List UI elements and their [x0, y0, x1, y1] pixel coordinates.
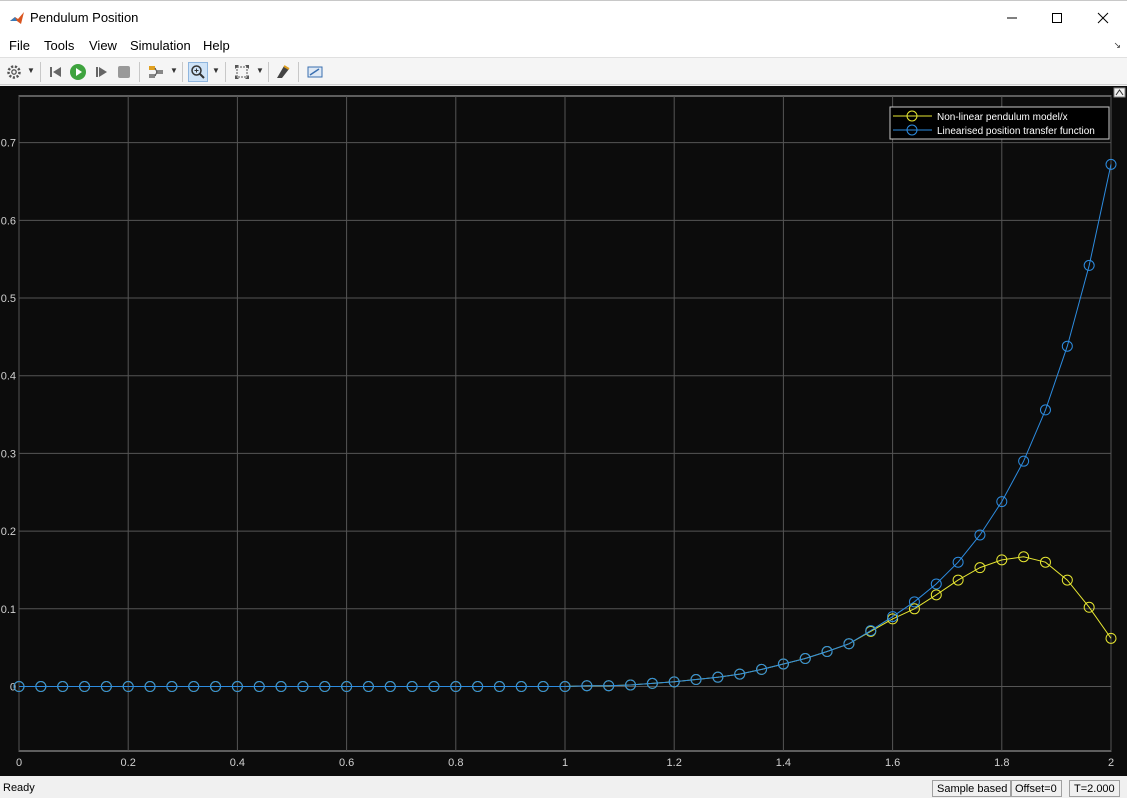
autoscale-dropdown-icon[interactable]: ▼: [256, 66, 264, 75]
y-tick-label: 0.3: [1, 448, 16, 460]
step-forward-icon: [96, 67, 107, 77]
step-forward-button[interactable]: [91, 62, 111, 82]
run-button[interactable]: [68, 62, 88, 82]
title-bar: Pendulum Position: [0, 0, 1127, 34]
legend-entry: Non-linear pendulum model/x: [937, 112, 1068, 123]
time-indicator: T=2.000: [1069, 780, 1120, 797]
zoom-in-button[interactable]: [188, 62, 208, 82]
x-tick-label: 0: [16, 757, 22, 769]
y-tick-label: 0.7: [1, 138, 16, 150]
run-icon: [70, 64, 86, 80]
legend[interactable]: Non-linear pendulum model/x Linearised po…: [889, 106, 1110, 140]
menu-file[interactable]: File: [9, 38, 30, 53]
toolbar-separator: [268, 62, 269, 82]
collapse-toolstrip-icon[interactable]: ↘: [1113, 40, 1121, 51]
toolbar-separator: [298, 62, 299, 82]
toolbar-separator: [139, 62, 140, 82]
autoscale-icon: [235, 65, 249, 79]
status-text: Ready: [3, 782, 35, 794]
x-tick-label: 0.4: [230, 757, 245, 769]
x-tick-label: 0.2: [121, 757, 136, 769]
zoom-in-icon: [191, 65, 205, 79]
y-tick-label: 0.4: [1, 371, 16, 383]
signal-selector-dropdown-icon[interactable]: ▼: [170, 66, 178, 75]
y-tick-label: 0.5: [1, 293, 16, 305]
x-tick-label: 0.6: [339, 757, 354, 769]
settings-icon: [7, 65, 21, 79]
y-tick-label: 0.1: [1, 604, 16, 616]
toolbar-separator: [182, 62, 183, 82]
y-tick-label: 0.6: [1, 215, 16, 227]
menu-view[interactable]: View: [89, 38, 117, 53]
minimize-button[interactable]: [989, 1, 1035, 34]
toolbar-separator: [40, 62, 41, 82]
scope-display: 0 0.2 0.4 0.6 0.8 1 1.2 1.4 1.6 1.8 2 0 0.1 0.2 0.3 0.4…: [0, 86, 1127, 776]
maximize-button[interactable]: [1034, 1, 1080, 34]
status-bar: Ready Sample based Offset=0 T=2.000: [0, 779, 1127, 798]
maximize-icon: [1052, 12, 1062, 23]
x-tick-label: 1.6: [885, 757, 900, 769]
y-tick-label: 0.2: [1, 526, 16, 538]
close-icon: [1097, 12, 1109, 23]
window-title: Pendulum Position: [30, 10, 139, 25]
x-tick-label: 0.8: [448, 757, 463, 769]
signal-selector-button[interactable]: [146, 62, 166, 82]
settings-button[interactable]: [4, 62, 24, 82]
highlight-block-button[interactable]: [273, 62, 293, 82]
x-tick-label: 1.4: [776, 757, 791, 769]
properties-button[interactable]: [305, 62, 325, 82]
legend-entry: Linearised position transfer function: [937, 126, 1095, 137]
stop-icon: [118, 66, 130, 78]
x-tick-label: 1: [562, 757, 568, 769]
minimize-icon: [1007, 17, 1017, 18]
x-tick-label: 1.8: [994, 757, 1009, 769]
autoscale-button[interactable]: [232, 62, 252, 82]
menu-bar: File Tools View Simulation Help ↘: [0, 34, 1127, 58]
offset-indicator: Offset=0: [1010, 780, 1062, 797]
matlab-logo-icon: [9, 10, 25, 26]
menu-simulation[interactable]: Simulation: [130, 38, 191, 53]
x-tick-label: 2: [1108, 757, 1114, 769]
toolbar: ▼ ▼ ▼ ▼: [0, 58, 1127, 85]
line-chart[interactable]: 0 0.2 0.4 0.6 0.8 1 1.2 1.4 1.6 1.8 200.10.20.30.4…: [0, 86, 1127, 776]
sample-mode-indicator: Sample based: [932, 780, 1013, 797]
zoom-dropdown-icon[interactable]: ▼: [212, 66, 220, 75]
grid: [18, 95, 1112, 752]
undock-button[interactable]: [1113, 87, 1126, 98]
stop-button[interactable]: [114, 62, 134, 82]
menu-help[interactable]: Help: [203, 38, 230, 53]
step-back-icon: [50, 67, 61, 77]
menu-tools[interactable]: Tools: [44, 38, 74, 53]
properties-icon: [307, 66, 323, 78]
signal-selector-icon: [149, 66, 163, 78]
close-button[interactable]: [1080, 1, 1126, 34]
x-tick-label: 1.2: [667, 757, 682, 769]
step-back-button[interactable]: [46, 62, 66, 82]
highlight-block-icon: [277, 65, 290, 78]
settings-dropdown-icon[interactable]: ▼: [27, 66, 35, 75]
toolbar-separator: [225, 62, 226, 82]
